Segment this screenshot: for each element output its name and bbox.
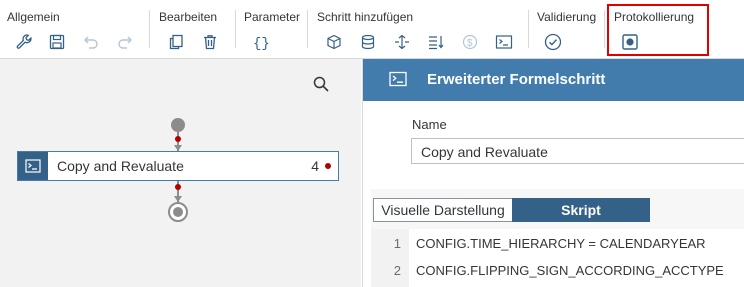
add-step-stack-icon[interactable] [357, 31, 379, 53]
line-number: 1 [393, 236, 401, 251]
toolbar-separator [528, 10, 529, 48]
group-label-parameter: Parameter [244, 10, 301, 24]
svg-text:{}: {} [253, 36, 270, 50]
start-node[interactable] [171, 118, 185, 132]
code-line[interactable]: CONFIG.TIME_HIERARCHY = CALENDARYEAR [416, 236, 706, 251]
flow-step-count: 4 [311, 158, 319, 174]
tab-visual[interactable]: Visuelle Darstellung [373, 198, 512, 222]
wrench-icon[interactable] [13, 31, 35, 53]
formula-editor: Visuelle Darstellung Skript 1 CONFIG.TIM… [371, 189, 744, 287]
details-panel: Erweiterter Formelschritt Name Copy and … [362, 59, 744, 287]
currency-icon[interactable]: $ [459, 31, 481, 53]
copy-icon[interactable] [165, 31, 187, 53]
toolbar-separator [149, 10, 150, 48]
flow-canvas: Copy and Revaluate 4 [0, 59, 361, 287]
check-circle-icon[interactable] [542, 31, 564, 53]
toolbar-separator [235, 10, 236, 48]
delete-icon[interactable] [199, 31, 221, 53]
group-label-schritt: Schritt hinzufügen [317, 10, 414, 24]
connector-dot[interactable] [175, 136, 181, 142]
panel-header: Erweiterter Formelschritt [363, 59, 744, 101]
braces-icon[interactable]: {} [250, 31, 272, 53]
formula-step-icon [389, 71, 407, 92]
end-node[interactable] [168, 202, 188, 222]
group-label-validierung: Validierung [537, 10, 597, 24]
formula-step-icon[interactable] [493, 31, 515, 53]
search-icon[interactable] [312, 75, 332, 95]
toolbar-separator [307, 10, 308, 48]
add-step-list-icon[interactable] [425, 31, 447, 53]
undo-icon[interactable] [80, 31, 102, 53]
save-icon[interactable] [46, 31, 68, 53]
group-label-bearbeiten: Bearbeiten [159, 10, 218, 24]
group-label-allgemein: Allgemein [7, 10, 60, 24]
redo-icon[interactable] [114, 31, 136, 53]
record-icon[interactable] [619, 31, 641, 53]
panel-title: Erweiterter Formelschritt [427, 71, 606, 88]
code-line[interactable]: CONFIG.FLIPPING_SIGN_ACCORDING_ACCTYPE [416, 263, 724, 278]
add-step-move-icon[interactable] [391, 31, 413, 53]
line-number: 2 [393, 263, 401, 278]
code-editor[interactable]: 1 CONFIG.TIME_HIERARCHY = CALENDARYEAR 2… [371, 229, 744, 287]
connector-dot[interactable] [175, 184, 181, 190]
name-field[interactable]: Copy and Revaluate [411, 138, 744, 164]
flow-step-node[interactable]: Copy and Revaluate 4 [17, 151, 339, 181]
toolbar-separator [604, 10, 605, 48]
add-step-cube-icon[interactable] [323, 31, 345, 53]
tab-script[interactable]: Skript [512, 198, 650, 222]
toolbar: Allgemein Bearbeiten Parameter Schritt h… [0, 0, 744, 59]
connector-dot[interactable] [325, 163, 331, 169]
view-toggle: Visuelle Darstellung Skript [373, 198, 650, 222]
name-label: Name [412, 117, 447, 132]
flow-step-label: Copy and Revaluate [57, 158, 184, 174]
svg-text:$: $ [467, 38, 473, 49]
formula-step-icon [18, 152, 48, 180]
